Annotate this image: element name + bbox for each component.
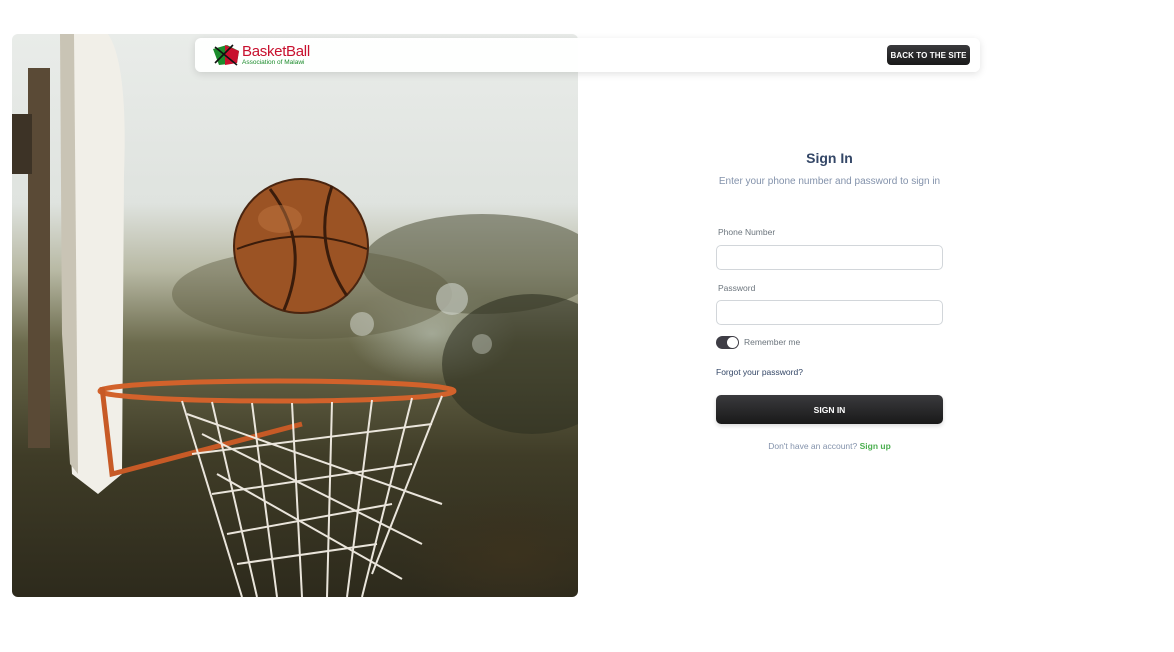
no-account-text: Don't have an account?	[768, 441, 858, 451]
password-input[interactable]	[716, 300, 943, 325]
back-to-site-button[interactable]: BACK TO THE SITE	[887, 45, 970, 65]
brand-logo[interactable]: BasketBall Association of Malawi	[211, 43, 310, 67]
remember-me-toggle[interactable]	[716, 336, 739, 349]
brand-subtitle: Association of Malawi	[242, 58, 305, 66]
password-label: Password	[718, 283, 756, 293]
brand-name: BasketBall	[242, 42, 310, 60]
page: BasketBall Association of Malawi BACK TO…	[0, 0, 1174, 652]
phone-number-label: Phone Number	[718, 227, 776, 237]
basketball-association-logo-icon	[213, 44, 239, 66]
sign-in-button[interactable]: SIGN IN	[716, 395, 943, 424]
hoop-illustration	[12, 34, 578, 597]
signup-prompt: Don't have an account? Sign up	[716, 441, 943, 451]
top-navbar: BasketBall Association of Malawi BACK TO…	[195, 38, 980, 72]
phone-number-input[interactable]	[716, 245, 943, 270]
remember-me-label[interactable]: Remember me	[744, 337, 800, 347]
hero-basketball-photo	[12, 34, 578, 597]
sign-up-link[interactable]: Sign up	[860, 441, 891, 451]
page-subtitle: Enter your phone number and password to …	[718, 176, 941, 187]
forgot-password-link[interactable]: Forgot your password?	[716, 367, 803, 377]
toggle-knob	[727, 337, 738, 348]
page-title: Sign In	[806, 150, 853, 166]
